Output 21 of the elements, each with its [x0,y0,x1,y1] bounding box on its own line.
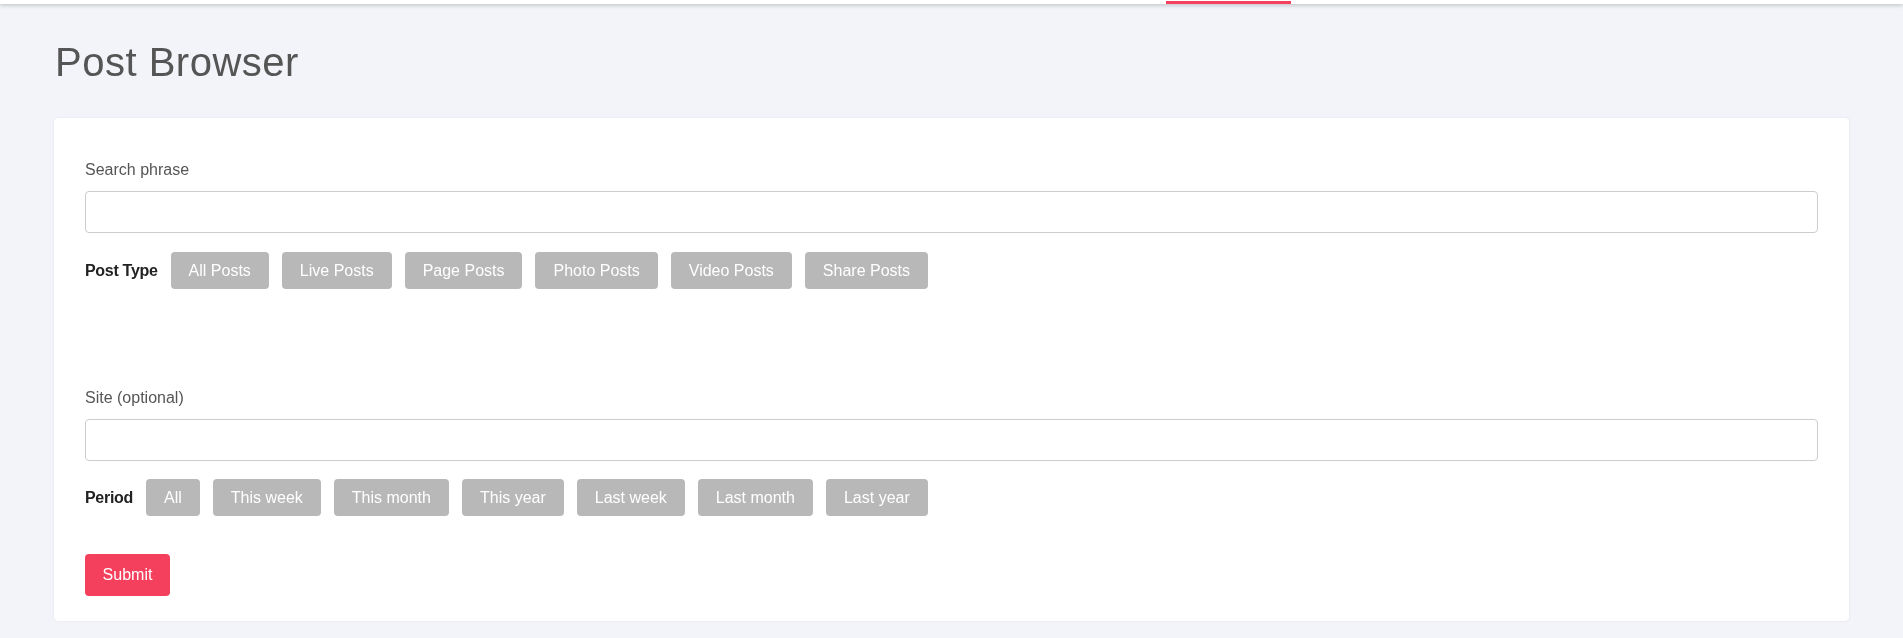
filter-chip[interactable]: Last month [697,479,813,516]
submit-button[interactable]: Submit [85,554,170,596]
site-field[interactable] [85,419,1818,461]
filter-chip[interactable]: All [146,479,200,516]
filter-chip[interactable]: Last week [576,479,685,516]
field-label: Search phrase [85,160,191,180]
search-field[interactable] [85,191,1818,233]
filter-chip[interactable]: Share Posts [804,252,928,289]
filter-label: Post Type [85,260,158,281]
filter-chip[interactable]: This month [333,479,449,516]
filter-chip[interactable]: All Posts [170,252,269,289]
filter-chip[interactable]: Last year [825,479,928,516]
filter-label: Period [85,487,133,508]
field-label: Site (optional) [85,388,185,408]
filter-chip[interactable]: Video Posts [670,252,792,289]
filter-chip[interactable]: Live Posts [281,252,392,289]
filter-chip[interactable]: Photo Posts [535,252,658,289]
filter-chip[interactable]: This week [212,479,321,516]
page-title: Post Browser [55,39,300,86]
filter-chip[interactable]: This year [461,479,564,516]
filter-chip[interactable]: Page Posts [404,252,523,289]
